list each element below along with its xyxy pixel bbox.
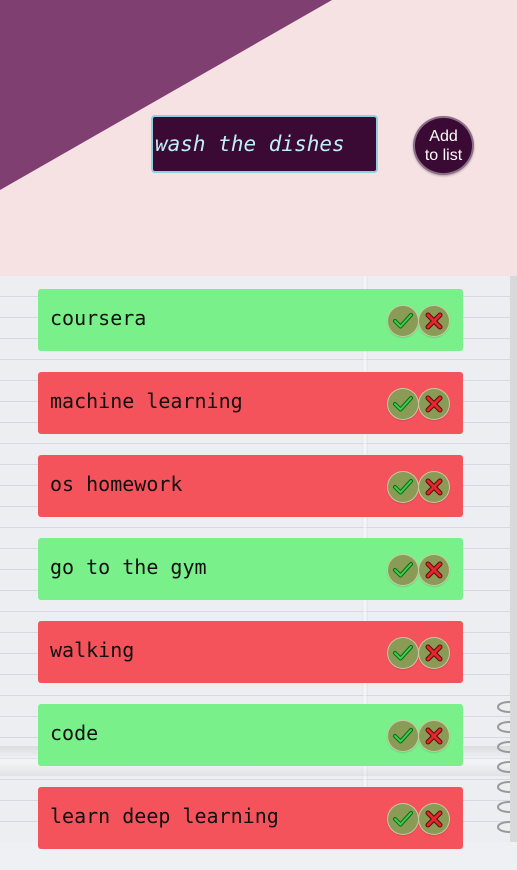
cross-icon [425, 810, 443, 828]
task-label: go to the gym [50, 555, 207, 580]
delete-task-button[interactable] [419, 555, 449, 585]
add-to-list-button[interactable]: Add to list [413, 116, 474, 175]
task-label: code [50, 721, 99, 746]
complete-task-button[interactable] [388, 472, 418, 502]
task-label: os homework [50, 472, 183, 497]
complete-task-button[interactable] [388, 555, 418, 585]
delete-task-button[interactable] [419, 638, 449, 668]
complete-task-button[interactable] [388, 804, 418, 834]
task-input[interactable] [151, 115, 378, 173]
spiral-binding [497, 701, 511, 833]
task-item: learn deep learning [38, 787, 463, 849]
delete-task-button[interactable] [419, 721, 449, 751]
complete-task-button[interactable] [388, 638, 418, 668]
cross-icon [425, 478, 443, 496]
task-label: walking [50, 638, 135, 663]
task-list: coursera machine learning os homework go to… [38, 289, 463, 870]
task-label: machine learning [50, 389, 243, 414]
task-item: code [38, 704, 463, 766]
delete-task-button[interactable] [419, 306, 449, 336]
cross-icon [425, 644, 443, 662]
cross-icon [425, 312, 443, 330]
delete-task-button[interactable] [419, 804, 449, 834]
task-item: go to the gym [38, 538, 463, 600]
check-icon [393, 396, 413, 412]
cross-icon [425, 561, 443, 579]
complete-task-button[interactable] [388, 721, 418, 751]
task-label: coursera [50, 306, 147, 331]
check-icon [393, 562, 413, 578]
task-label: learn deep learning [50, 804, 279, 829]
check-icon [393, 645, 413, 661]
header: Add to list [0, 0, 517, 276]
delete-task-button[interactable] [419, 389, 449, 419]
task-item: walking [38, 621, 463, 683]
task-item: os homework [38, 455, 463, 517]
check-icon [393, 811, 413, 827]
task-item: coursera [38, 289, 463, 351]
delete-task-button[interactable] [419, 472, 449, 502]
complete-task-button[interactable] [388, 389, 418, 419]
complete-task-button[interactable] [388, 306, 418, 336]
cross-icon [425, 395, 443, 413]
task-item: machine learning [38, 372, 463, 434]
check-icon [393, 728, 413, 744]
check-icon [393, 313, 413, 329]
check-icon [393, 479, 413, 495]
cross-icon [425, 727, 443, 745]
